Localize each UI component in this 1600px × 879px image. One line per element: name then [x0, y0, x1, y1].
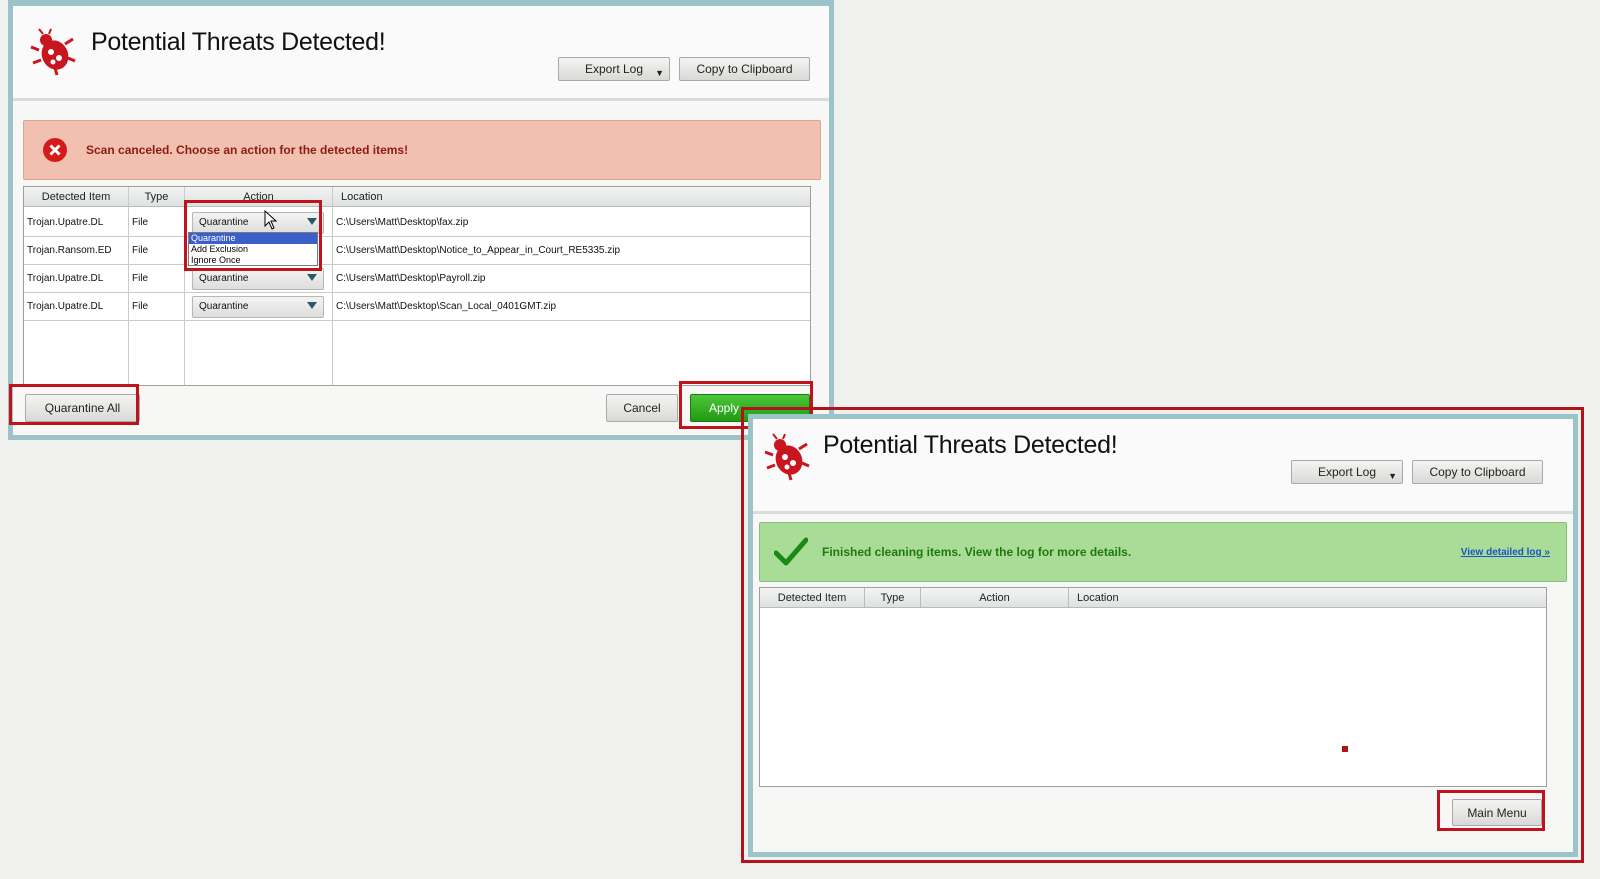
detected-items-table: Detected Item Type Action Location: [759, 587, 1547, 787]
banner-message: Finished cleaning items. View the log fo…: [822, 545, 1132, 559]
item-type: File: [132, 273, 149, 284]
item-type: File: [132, 301, 149, 312]
table-header: Detected Item Type Action Location: [24, 187, 810, 207]
chevron-down-icon: ▼: [655, 68, 664, 78]
page-title: Potential Threats Detected!: [823, 431, 1118, 459]
action-select-value: Quarantine: [199, 301, 249, 312]
action-select[interactable]: Quarantine: [192, 296, 324, 318]
dropdown-option-add-exclusion[interactable]: Add Exclusion: [189, 244, 317, 255]
table-header: Detected Item Type Action Location: [760, 588, 1546, 608]
detected-item: Trojan.Upatre.DL: [27, 273, 104, 284]
copy-to-clipboard-button[interactable]: Copy to Clipboard: [1412, 460, 1543, 484]
view-detailed-log-link[interactable]: View detailed log »: [1461, 547, 1550, 558]
column-header-action[interactable]: Action: [921, 588, 1069, 608]
highlight-box-main-menu: [1437, 790, 1545, 831]
mouse-cursor-icon: [264, 210, 278, 230]
table-row[interactable]: Trojan.Ransom.ED File C:\Users\Matt\Desk…: [24, 237, 810, 265]
column-header-location[interactable]: Location: [1069, 588, 1547, 608]
detected-items-table: Detected Item Type Action Location Troja…: [23, 186, 811, 386]
column-divider: [332, 187, 333, 385]
column-header-type[interactable]: Type: [865, 588, 921, 608]
column-header-detected-item[interactable]: Detected Item: [24, 187, 129, 207]
threats-window-top: Potential Threats Detected! Export Log ▼…: [8, 0, 834, 440]
item-location: C:\Users\Matt\Desktop\Notice_to_Appear_i…: [336, 245, 621, 256]
error-x-icon: [43, 138, 67, 162]
window-header: Potential Threats Detected! Export Log ▼…: [753, 419, 1573, 514]
detected-item: Trojan.Ransom.ED: [27, 245, 112, 256]
checkmark-icon: [774, 537, 808, 566]
page-title: Potential Threats Detected!: [91, 28, 386, 56]
item-location: C:\Users\Matt\Desktop\Payroll.zip: [336, 273, 486, 284]
export-log-label: Export Log: [1317, 465, 1377, 479]
success-banner: Finished cleaning items. View the log fo…: [759, 522, 1567, 582]
status-marker: [1342, 746, 1348, 752]
banner-message: Scan canceled. Choose an action for the …: [86, 143, 409, 157]
column-header-type[interactable]: Type: [129, 187, 185, 207]
item-type: File: [132, 217, 149, 228]
bug-icon: [30, 28, 76, 76]
dropdown-arrow-icon: [307, 302, 317, 309]
column-header-location[interactable]: Location: [333, 187, 811, 207]
export-log-label: Export Log: [584, 62, 644, 76]
table-row[interactable]: Trojan.Upatre.DL File Quarantine C:\User…: [24, 293, 810, 321]
action-dropdown-list: Quarantine Add Exclusion Ignore Once: [188, 232, 318, 266]
copy-to-clipboard-button[interactable]: Copy to Clipboard: [679, 57, 810, 81]
table-row[interactable]: Trojan.Upatre.DL File Quarantine C:\User…: [24, 265, 810, 293]
detected-item: Trojan.Upatre.DL: [27, 217, 104, 228]
dropdown-option-quarantine[interactable]: Quarantine: [189, 233, 317, 244]
item-type: File: [132, 245, 149, 256]
window-header: Potential Threats Detected! Export Log ▼…: [13, 6, 829, 101]
table-row[interactable]: Trojan.Upatre.DL File Quarantine C:\User…: [24, 209, 810, 237]
action-select-value: Quarantine: [199, 273, 249, 284]
item-location: C:\Users\Matt\Desktop\Scan_Local_0401GMT…: [336, 301, 557, 312]
dropdown-arrow-icon: [307, 274, 317, 281]
column-divider: [128, 187, 129, 385]
cancel-button[interactable]: Cancel: [606, 394, 678, 422]
bug-icon: [764, 433, 810, 481]
dropdown-option-ignore-once[interactable]: Ignore Once: [189, 255, 317, 266]
item-location: C:\Users\Matt\Desktop\fax.zip: [336, 217, 469, 228]
highlight-box-quarantine-all: [9, 384, 139, 425]
export-log-button[interactable]: Export Log ▼: [558, 57, 670, 81]
detected-item: Trojan.Upatre.DL: [27, 301, 104, 312]
export-log-button[interactable]: Export Log ▼: [1291, 460, 1403, 484]
action-select[interactable]: Quarantine: [192, 268, 324, 290]
error-banner: Scan canceled. Choose an action for the …: [23, 120, 821, 180]
chevron-down-icon: ▼: [1388, 471, 1397, 481]
column-header-detected-item[interactable]: Detected Item: [760, 588, 865, 608]
